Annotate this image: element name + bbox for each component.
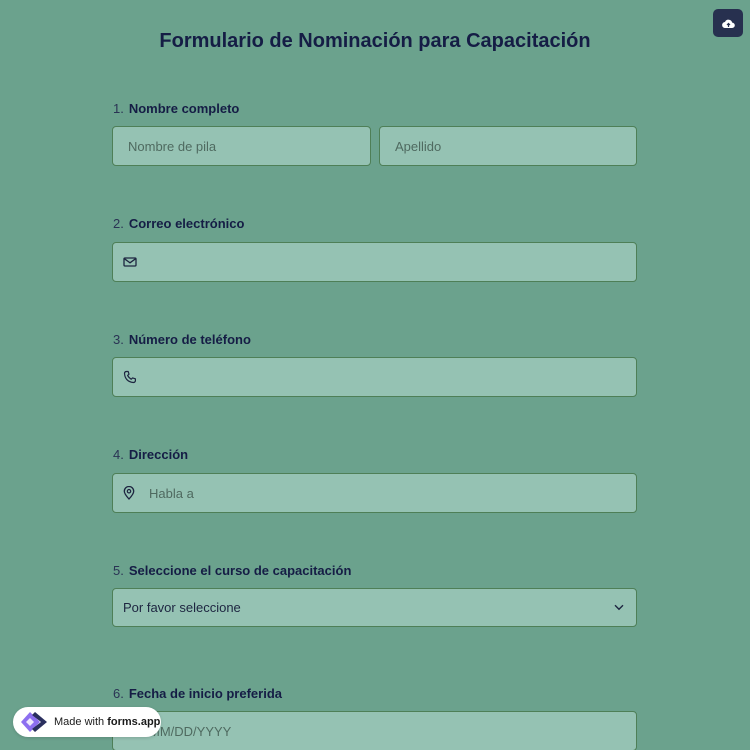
question-number: 6. [113, 686, 124, 701]
question-label: Fecha de inicio preferida [128, 686, 282, 701]
address-input[interactable]: Habla a [112, 473, 637, 513]
address-placeholder: Habla a [149, 485, 194, 501]
phone-icon [123, 370, 137, 384]
question-label: Dirección [128, 447, 189, 462]
question-start-date-label: 6. Fecha de inicio preferida [113, 686, 282, 701]
start-date-placeholder: MM/DD/YYYY [149, 723, 232, 739]
question-label: Seleccione el curso de capacitación [128, 563, 352, 578]
question-number: 2. [113, 216, 124, 231]
question-email-label: 2. Correo electrónico [113, 216, 244, 231]
question-address-label: 4. Dirección [113, 447, 188, 462]
last-name-input[interactable]: Apellido [379, 126, 637, 166]
cloud-upload-icon [721, 18, 735, 29]
question-number: 3. [113, 332, 124, 347]
phone-input[interactable] [112, 357, 637, 397]
form-title: Formulario de Nominación para Capacitaci… [159, 30, 591, 52]
mail-icon [123, 256, 137, 268]
last-name-placeholder: Apellido [395, 138, 442, 154]
forms-app-logo-icon [21, 710, 49, 734]
made-with-badge[interactable]: Made with forms.app [13, 707, 161, 737]
course-select-value: Por favor seleccione [123, 600, 241, 615]
first-name-placeholder: Nombre de pila [128, 138, 217, 154]
question-label: Nombre completo [128, 101, 240, 116]
email-input[interactable] [112, 242, 637, 282]
chevron-down-icon [614, 604, 624, 611]
badge-brand: forms.app [107, 716, 161, 728]
question-phone-label: 3. Número de teléfono [113, 332, 251, 347]
question-full-name-label: 1. Nombre completo [113, 101, 239, 116]
question-number: 1. [113, 101, 124, 116]
question-number: 5. [113, 563, 124, 578]
badge-prefix: Made with [54, 716, 105, 728]
map-pin-icon [123, 486, 135, 500]
question-label: Correo electrónico [128, 216, 245, 231]
question-number: 4. [113, 447, 124, 462]
start-date-input[interactable]: MM/DD/YYYY [112, 711, 637, 750]
question-label: Número de teléfono [128, 332, 251, 347]
course-select[interactable]: Por favor seleccione [112, 588, 637, 627]
question-course-label: 5. Seleccione el curso de capacitación [113, 563, 351, 578]
first-name-input[interactable]: Nombre de pila [112, 126, 371, 166]
